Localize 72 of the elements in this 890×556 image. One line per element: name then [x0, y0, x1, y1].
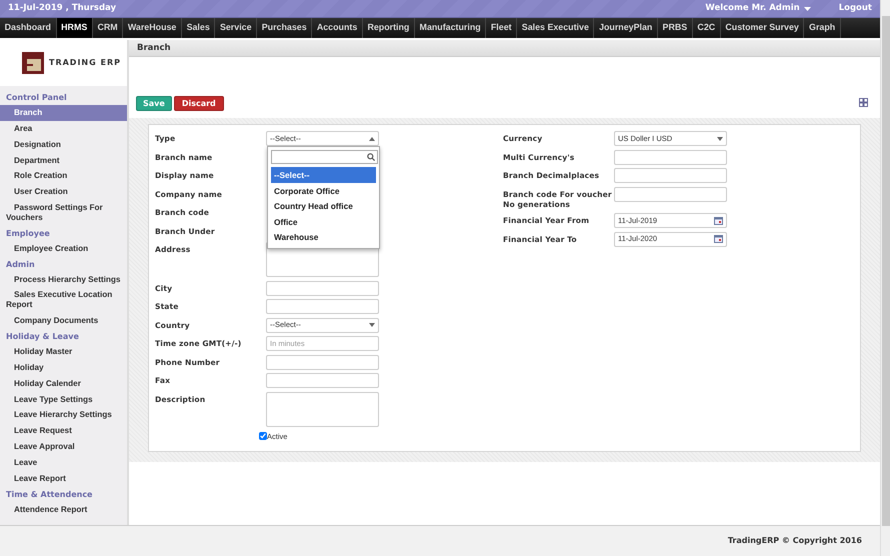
menu-tab[interactable]: Reporting [362, 18, 415, 38]
sidebar-item[interactable]: Holiday [0, 360, 127, 376]
input-field[interactable] [266, 373, 379, 388]
sidebar-item[interactable]: Leave Report [0, 470, 127, 487]
menu-tab[interactable]: HRMS [56, 18, 93, 38]
sidebar-item[interactable]: Leave Approval [0, 439, 127, 455]
dropdown-option[interactable]: Corporate Office [271, 182, 376, 198]
menu-tab[interactable]: Customer Survey [720, 18, 804, 38]
sidebar-item[interactable]: User Creation [0, 184, 127, 200]
menu-tab[interactable]: CRM [92, 18, 124, 38]
sidebar-item[interactable]: Designation [0, 136, 127, 153]
sidebar-item[interactable]: Attendence Report [0, 502, 127, 518]
sidebar-item[interactable]: Sales Executive Location Report [0, 287, 127, 314]
sidebar-item[interactable]: Leave Hierarchy Settings [0, 407, 127, 424]
search-field[interactable] [271, 150, 378, 164]
input-field[interactable] [266, 280, 379, 296]
text-area[interactable] [266, 392, 379, 426]
sidebar-item[interactable]: Leave [0, 454, 127, 471]
dropdown-option[interactable]: Warehouse [271, 229, 376, 244]
menu-tab[interactable]: PRBS [658, 18, 693, 38]
logo-icon [22, 52, 44, 74]
sidebar-section: Holiday & Leave [0, 328, 127, 344]
caret-icon [717, 136, 723, 140]
sidebar-section: Employee [0, 226, 127, 241]
input-field[interactable] [266, 354, 379, 370]
dropdown-option[interactable]: Office [271, 214, 376, 229]
input-field[interactable] [614, 150, 727, 164]
input-field[interactable] [614, 186, 727, 202]
dropdown-option[interactable]: Country Head office [271, 198, 376, 214]
sidebar-item[interactable]: Area [0, 120, 127, 137]
grid-icon [859, 98, 868, 107]
sidebar-item[interactable]: Leave Request [0, 423, 127, 440]
menu-tab[interactable]: Sales Executive [517, 18, 594, 38]
menu-tab[interactable]: WareHouse [123, 18, 182, 38]
caret-icon [804, 6, 811, 10]
input-field[interactable] [266, 299, 379, 314]
welcome-text: Welcome Mr. Admin [705, 2, 800, 15]
checkbox[interactable] [259, 432, 267, 440]
input-field[interactable] [614, 168, 727, 183]
search-icon [367, 153, 375, 161]
menu-tab[interactable]: Sales [182, 18, 216, 38]
sidebar-section: Control Panel [0, 90, 127, 105]
sidebar-item[interactable]: Company Documents [0, 313, 127, 329]
dropdown-option[interactable]: --Select-- [271, 167, 376, 182]
menu-tab[interactable]: Purchases [257, 18, 312, 38]
menu-tab[interactable]: Graph [804, 18, 841, 38]
sidebar-item[interactable]: Department [0, 152, 127, 168]
calendar-icon [714, 235, 723, 243]
menu-tab[interactable]: Fleet [486, 18, 518, 38]
sidebar-item[interactable]: Process Hierarchy Settings [0, 272, 127, 288]
sidebar-item[interactable]: Branch [0, 105, 127, 121]
menu-tab[interactable]: Manufacturing [414, 18, 486, 38]
logo-text: TRADING ERP [49, 57, 121, 69]
menu-tab[interactable]: Service [215, 18, 258, 38]
date-text: 11-Jul-2019 , Thursday [8, 2, 116, 15]
copyright-text: TradingERP © Copyright 2016 [0, 525, 880, 556]
sidebar-section: Admin [0, 256, 127, 272]
sidebar-item[interactable]: Holiday Master [0, 344, 127, 360]
sidebar-item[interactable]: Employee Creation [0, 240, 127, 257]
menu-tab[interactable]: JourneyPlan [594, 18, 658, 38]
menu-tab[interactable]: Accounts [312, 18, 363, 38]
caret-icon [369, 136, 375, 140]
sidebar-item[interactable]: Holiday Calender [0, 376, 127, 392]
discard-button[interactable]: Discard [174, 96, 224, 111]
caret-icon [369, 323, 375, 327]
page-title: Branch [129, 40, 880, 57]
calendar-icon [714, 216, 723, 224]
sidebar-item[interactable]: Leave Type Settings [0, 392, 127, 408]
sidebar-item[interactable]: Role Creation [0, 168, 127, 184]
menu-tab[interactable]: C2C [692, 18, 721, 38]
sidebar-item[interactable]: Password Settings For Vouchers [0, 200, 127, 226]
sidebar-section: Time & Attendence [0, 486, 127, 502]
